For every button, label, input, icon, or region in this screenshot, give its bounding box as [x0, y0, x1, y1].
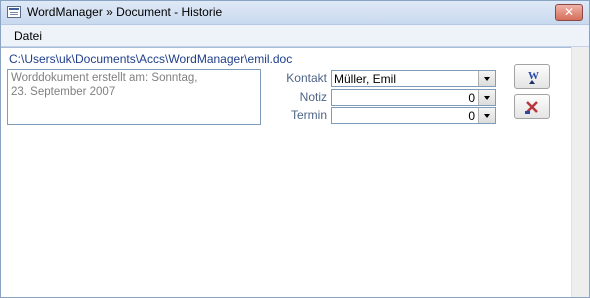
form-body: C:\Users\uk\Documents\Accs\WordManager\e…	[1, 47, 571, 297]
form-app-icon	[7, 6, 21, 18]
close-button[interactable]: ✕	[555, 4, 583, 21]
menu-bar: Datei	[1, 25, 589, 47]
notiz-label: Notiz	[299, 90, 327, 104]
kontakt-combobox[interactable]: Müller, Emil	[331, 70, 496, 87]
window-title: WordManager » Document - Historie	[27, 5, 223, 19]
chevron-down-icon[interactable]	[478, 71, 495, 86]
delete-button[interactable]	[514, 94, 550, 119]
svg-text:W: W	[528, 70, 539, 82]
info-line-2: 23. September 2007	[11, 86, 116, 98]
document-info-box[interactable]: Worddokument erstellt am: Sonntag, 23. S…	[7, 69, 261, 125]
notiz-combobox[interactable]: 0	[331, 89, 496, 106]
chevron-down-icon[interactable]	[478, 108, 495, 123]
open-word-button[interactable]: W	[514, 64, 550, 89]
kontakt-label: Kontakt	[286, 71, 327, 85]
kontakt-value: Müller, Emil	[334, 72, 397, 86]
title-bar[interactable]: WordManager » Document - Historie ✕	[1, 1, 589, 25]
termin-value: 0	[468, 109, 475, 123]
menu-item-datei[interactable]: Datei	[12, 28, 44, 44]
app-window: WordManager » Document - Historie ✕ Date…	[0, 0, 590, 298]
delete-x-icon	[525, 101, 538, 114]
termin-combobox[interactable]: 0	[331, 107, 496, 124]
chevron-down-icon[interactable]	[478, 90, 495, 105]
word-document-icon: W	[528, 70, 539, 84]
termin-label: Termin	[290, 108, 327, 122]
info-line-1: Worddokument erstellt am: Sonntag,	[11, 72, 198, 84]
document-path: C:\Users\uk\Documents\Accs\WordManager\e…	[9, 52, 293, 66]
notiz-value: 0	[468, 91, 475, 105]
vertical-scrollbar[interactable]	[571, 47, 589, 297]
close-icon: ✕	[563, 5, 575, 19]
divider	[1, 47, 571, 48]
